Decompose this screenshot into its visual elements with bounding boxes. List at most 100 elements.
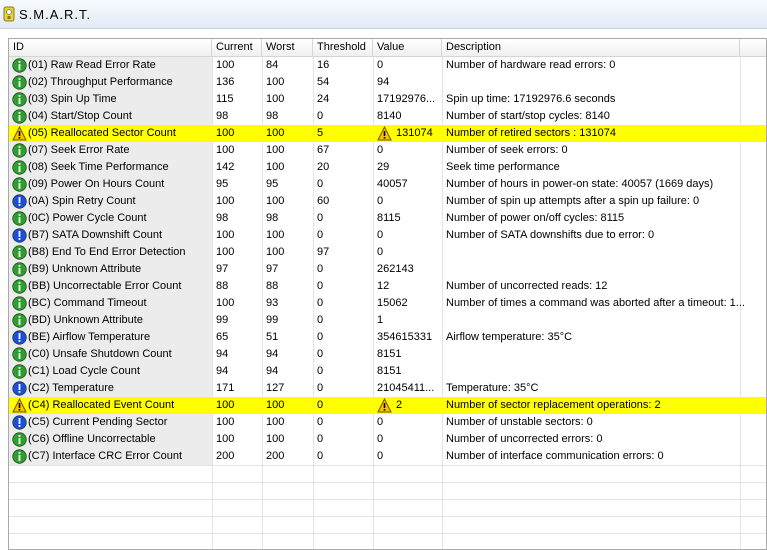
description-text: Temperature: 35°C [446, 382, 539, 394]
current-text: 100 [216, 59, 235, 71]
current-text: 100 [216, 195, 235, 207]
table-row[interactable]: (01) Raw Read Error Rate 100 84 16 0 Number o… [9, 57, 766, 74]
cell-worst: 98 [262, 210, 313, 227]
cell-value: 262143 [373, 261, 442, 278]
current-text: 142 [216, 161, 235, 173]
worst-text: 94 [266, 348, 279, 360]
cell-threshold: 16 [313, 57, 373, 74]
column-header-threshold[interactable]: Threshold [313, 39, 373, 56]
table-row[interactable]: (04) Start/Stop Count 98 98 0 8140 Number of … [9, 108, 766, 125]
table-row[interactable]: (0A) Spin Retry Count 100 100 60 0 Number of … [9, 193, 766, 210]
description-text: Number of sector replacement operations:… [446, 399, 661, 411]
table-row[interactable]: (07) Seek Error Rate 100 100 67 0 Number of s… [9, 142, 766, 159]
cell-value: 0 [373, 448, 442, 465]
table-row[interactable]: (C7) Interface CRC Error Count 200 200 0 0 Nu… [9, 448, 766, 465]
cell-threshold: 0 [313, 346, 373, 363]
table-row[interactable]: (B9) Unknown Attribute 97 97 0 262143 [9, 261, 766, 278]
cell-current: 100 [212, 142, 262, 159]
cell-description [442, 363, 766, 380]
cell-description [442, 261, 766, 278]
table-row[interactable]: (C4) Reallocated Event Count 100 100 0 2 Numb… [9, 397, 766, 414]
green-info-circle-icon [12, 364, 27, 379]
cell-id: (BC) Command Timeout [9, 295, 212, 312]
table-row[interactable]: (02) Throughput Performance 136 100 54 94 [9, 74, 766, 91]
table-row[interactable]: (C0) Unsafe Shutdown Count 94 94 0 8151 [9, 346, 766, 363]
cell-current: 97 [212, 261, 262, 278]
description-text: Number of times a command was aborted af… [446, 297, 745, 309]
smart-attribute-table[interactable]: ID Current Worst Threshold Value Descrip… [8, 38, 767, 550]
id-text: (C0) Unsafe Shutdown Count [28, 348, 172, 360]
value-text: 0 [377, 246, 384, 258]
cell-description [442, 244, 766, 261]
warning-triangle-icon [377, 126, 392, 141]
id-text: (BE) Airflow Temperature [28, 331, 151, 343]
table-row[interactable]: (B8) End To End Error Detection 100 100 97 0 [9, 244, 766, 261]
cell-worst: 100 [262, 142, 313, 159]
current-text: 94 [216, 348, 229, 360]
threshold-text: 0 [317, 314, 324, 326]
column-header-value[interactable]: Value [373, 39, 442, 56]
grid-line [9, 465, 766, 466]
worst-text: 100 [266, 399, 285, 411]
table-row[interactable]: (BC) Command Timeout 100 93 0 15062 Number of… [9, 295, 766, 312]
cell-threshold: 0 [313, 448, 373, 465]
id-text: (07) Seek Error Rate [28, 144, 130, 156]
threshold-text: 0 [317, 416, 324, 428]
cell-id: (BD) Unknown Attribute [9, 312, 212, 329]
table-row[interactable]: (BE) Airflow Temperature 65 51 0 354615331 Ai… [9, 329, 766, 346]
current-text: 99 [216, 314, 229, 326]
id-text: (B8) End To End Error Detection [28, 246, 186, 258]
cell-id: (08) Seek Time Performance [9, 159, 212, 176]
column-header-worst[interactable]: Worst [262, 39, 313, 56]
current-text: 100 [216, 416, 235, 428]
table-row[interactable]: (03) Spin Up Time 115 100 24 17192976... Spin… [9, 91, 766, 108]
column-header-current[interactable]: Current [212, 39, 262, 56]
worst-text: 97 [266, 263, 279, 275]
table-row[interactable]: (0C) Power Cycle Count 98 98 0 8115 Number of… [9, 210, 766, 227]
worst-text: 100 [266, 161, 285, 173]
green-info-circle-icon [12, 432, 27, 447]
cell-description: Airflow temperature: 35°C [442, 329, 766, 346]
threshold-text: 0 [317, 263, 324, 275]
worst-text: 88 [266, 280, 279, 292]
cell-threshold: 60 [313, 193, 373, 210]
table-row[interactable]: (BB) Uncorrectable Error Count 88 88 0 12 Num… [9, 278, 766, 295]
worst-text: 100 [266, 229, 285, 241]
warning-triangle-icon [12, 126, 27, 141]
current-text: 171 [216, 382, 235, 394]
threshold-text: 0 [317, 433, 324, 445]
table-row[interactable]: (C1) Load Cycle Count 94 94 0 8151 [9, 363, 766, 380]
green-info-circle-icon [12, 160, 27, 175]
table-row[interactable]: (BD) Unknown Attribute 99 99 0 1 [9, 312, 766, 329]
cell-description: Number of hours in power-on state: 40057… [442, 176, 766, 193]
cell-description [442, 346, 766, 363]
table-row[interactable]: (C2) Temperature 171 127 0 21045411... Temper… [9, 380, 766, 397]
green-info-circle-icon [12, 347, 27, 362]
table-row[interactable]: (B7) SATA Downshift Count 100 100 0 0 Number … [9, 227, 766, 244]
cell-worst: 100 [262, 159, 313, 176]
grid-line [9, 499, 766, 500]
cell-description: Number of spin up attempts after a spin … [442, 193, 766, 210]
cell-worst: 88 [262, 278, 313, 295]
column-header-description[interactable]: Description [442, 39, 740, 56]
table-row[interactable]: (08) Seek Time Performance 142 100 20 29 Seek… [9, 159, 766, 176]
table-row[interactable]: (C5) Current Pending Sector 100 100 0 0 Numbe… [9, 414, 766, 431]
cell-worst: 84 [262, 57, 313, 74]
green-info-circle-icon [12, 211, 27, 226]
worst-text: 200 [266, 450, 285, 462]
blue-exclamation-circle-icon [12, 228, 27, 243]
table-row[interactable]: (C6) Offline Uncorrectable 100 100 0 0 Number… [9, 431, 766, 448]
description-text: Spin up time: 17192976.6 seconds [446, 93, 616, 105]
threshold-text: 0 [317, 212, 324, 224]
cell-threshold: 0 [313, 380, 373, 397]
description-text: Number of uncorrected reads: 12 [446, 280, 608, 292]
cell-worst: 94 [262, 363, 313, 380]
table-row[interactable]: (09) Power On Hours Count 95 95 0 40057 Numbe… [9, 176, 766, 193]
description-text: Number of interface communication errors… [446, 450, 664, 462]
table-row[interactable]: (05) Reallocated Sector Count 100 100 5 1310… [9, 125, 766, 142]
cell-id: (B9) Unknown Attribute [9, 261, 212, 278]
cell-threshold: 0 [313, 414, 373, 431]
green-info-circle-icon [12, 279, 27, 294]
column-header-id[interactable]: ID [9, 39, 212, 56]
id-text: (B9) Unknown Attribute [28, 263, 142, 275]
